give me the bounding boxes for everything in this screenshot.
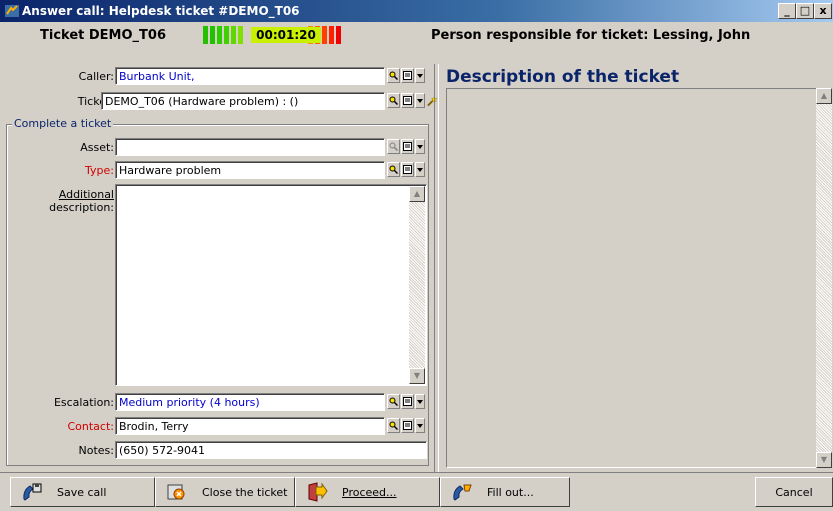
asset-field[interactable] <box>115 138 385 156</box>
ticket-form-icon[interactable] <box>401 93 414 108</box>
window-title: Answer call: Helpdesk ticket #DEMO_T06 <box>22 4 300 18</box>
escalation-form-icon[interactable] <box>401 394 414 409</box>
escalation-search-icon[interactable] <box>387 394 400 409</box>
contact-form-icon[interactable] <box>401 418 414 433</box>
description-scrollbar[interactable]: ▲ ▼ <box>816 88 832 468</box>
contact-label: Contact: <box>67 420 114 433</box>
contact-search-icon[interactable] <box>387 418 400 433</box>
additional-description-label: Additional description: <box>49 188 114 214</box>
ticket-dropdown-arrow-icon[interactable] <box>415 93 425 108</box>
type-label: Type: <box>85 164 114 177</box>
proceed-button[interactable]: Proceed... <box>295 477 440 507</box>
escalation-dropdown-arrow-icon[interactable] <box>415 394 425 409</box>
contact-field[interactable]: Brodin, Terry <box>115 417 385 435</box>
notes-label: Notes: <box>78 444 114 457</box>
escalation-label: Escalation: <box>53 396 114 409</box>
close-ticket-button[interactable]: Close the ticket <box>155 477 295 507</box>
asset-label: Asset: <box>80 141 114 154</box>
type-form-icon[interactable] <box>401 162 414 177</box>
ticket-id-label: Ticket DEMO_T06 <box>40 28 167 43</box>
proceed-icon <box>308 482 328 502</box>
cancel-button[interactable]: Cancel <box>755 477 833 507</box>
save-call-icon <box>23 483 42 501</box>
responsible-person-label: Person responsible for ticket: Lessing, … <box>431 28 751 43</box>
caller-search-icon[interactable] <box>387 68 400 83</box>
timer-value: 00:01:20 <box>251 27 321 43</box>
answer-call-window: Answer call: Helpdesk ticket #DEMO_T06 _… <box>0 0 833 511</box>
escalation-field[interactable]: Medium priority (4 hours) <box>115 393 385 411</box>
complete-ticket-group-label: Complete a ticket <box>12 117 114 130</box>
contact-dropdown-arrow-icon[interactable] <box>415 418 425 433</box>
description-panel <box>446 88 832 468</box>
close-ticket-icon <box>167 484 185 500</box>
caller-form-icon[interactable] <box>401 68 414 83</box>
additional-description-textarea[interactable] <box>115 184 427 386</box>
ticket-field[interactable]: DEMO_T06 (Hardware problem) : () <box>101 92 385 110</box>
title-bar: Answer call: Helpdesk ticket #DEMO_T06 _… <box>0 0 833 22</box>
phone-app-icon <box>5 5 19 17</box>
scroll-up-arrow-icon[interactable]: ▲ <box>409 186 425 202</box>
caller-dropdown-arrow-icon[interactable] <box>415 68 425 83</box>
description-scroll-up-icon[interactable]: ▲ <box>816 88 832 104</box>
additional-description-scrollbar[interactable]: ▲ ▼ <box>409 186 425 384</box>
asset-search-icon[interactable] <box>387 139 400 154</box>
maximize-button[interactable]: □ <box>796 3 814 19</box>
close-button[interactable]: x <box>814 3 832 19</box>
scroll-down-arrow-icon[interactable]: ▼ <box>409 368 425 384</box>
notes-field[interactable]: (650) 572-9041 <box>115 441 427 459</box>
ticket-search-icon[interactable] <box>387 93 400 108</box>
asset-form-icon[interactable] <box>401 139 414 154</box>
type-search-icon[interactable] <box>387 162 400 177</box>
fill-out-icon <box>453 484 472 501</box>
panel-splitter[interactable] <box>434 64 439 472</box>
fill-out-button[interactable]: Fill out... <box>440 477 570 507</box>
call-timer: 00:01:20 <box>203 26 363 44</box>
description-scroll-down-icon[interactable]: ▼ <box>816 452 832 468</box>
description-title: Description of the ticket <box>446 67 680 87</box>
type-field[interactable]: Hardware problem <box>115 161 385 179</box>
type-dropdown-arrow-icon[interactable] <box>415 162 425 177</box>
asset-dropdown-arrow-icon[interactable] <box>415 139 425 154</box>
caller-field[interactable]: Burbank Unit, <box>115 67 385 85</box>
caller-label: Caller: <box>78 70 114 83</box>
minimize-button[interactable]: _ <box>778 3 796 19</box>
save-call-button[interactable]: Save call <box>10 477 155 507</box>
